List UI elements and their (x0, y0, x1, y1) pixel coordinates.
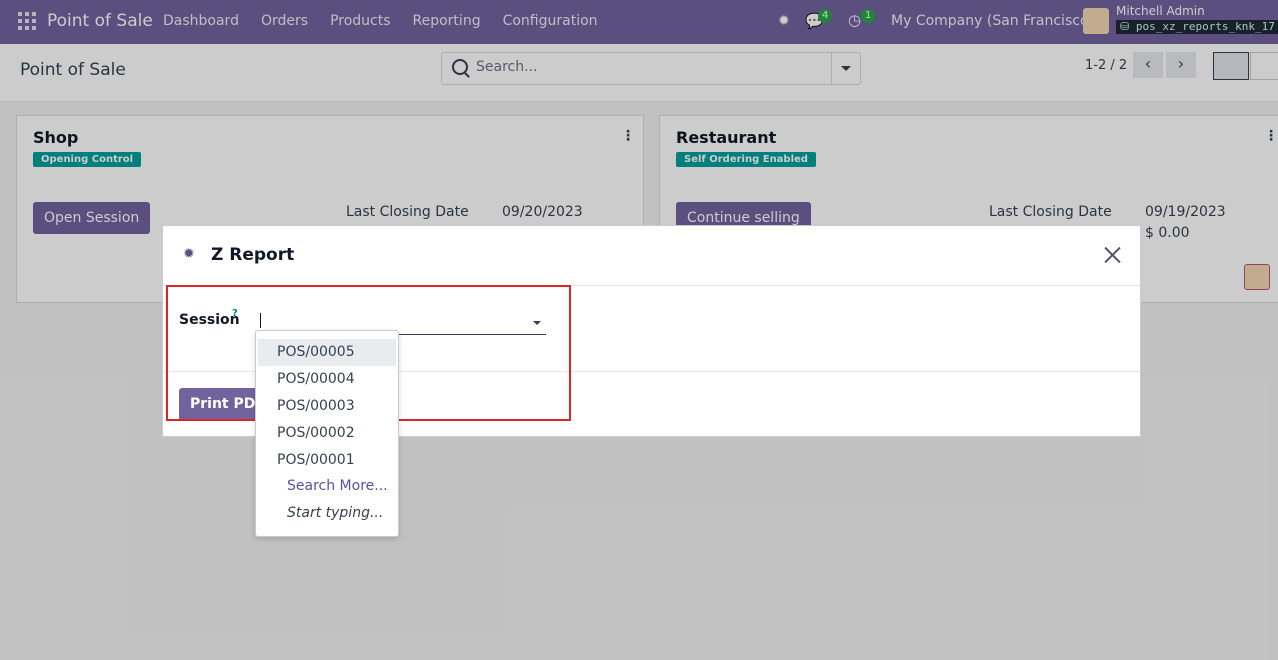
start-typing-hint: Start typing... (287, 505, 384, 521)
close-icon[interactable] (1100, 242, 1126, 268)
dialog-header: ✹ Z Report (163, 226, 1140, 286)
session-dropdown: POS/00005 POS/00004 POS/00003 POS/00002 … (255, 330, 399, 537)
dropdown-option[interactable]: POS/00005 (258, 339, 396, 366)
dropdown-option[interactable]: POS/00001 (258, 447, 396, 474)
dropdown-option[interactable]: POS/00004 (258, 366, 396, 393)
dropdown-option[interactable]: POS/00002 (258, 420, 396, 447)
dropdown-option[interactable]: POS/00003 (258, 393, 396, 420)
bug-icon: ✹ (183, 246, 195, 262)
search-more-link[interactable]: Search More... (287, 478, 388, 494)
dialog-title: Z Report (211, 245, 295, 265)
